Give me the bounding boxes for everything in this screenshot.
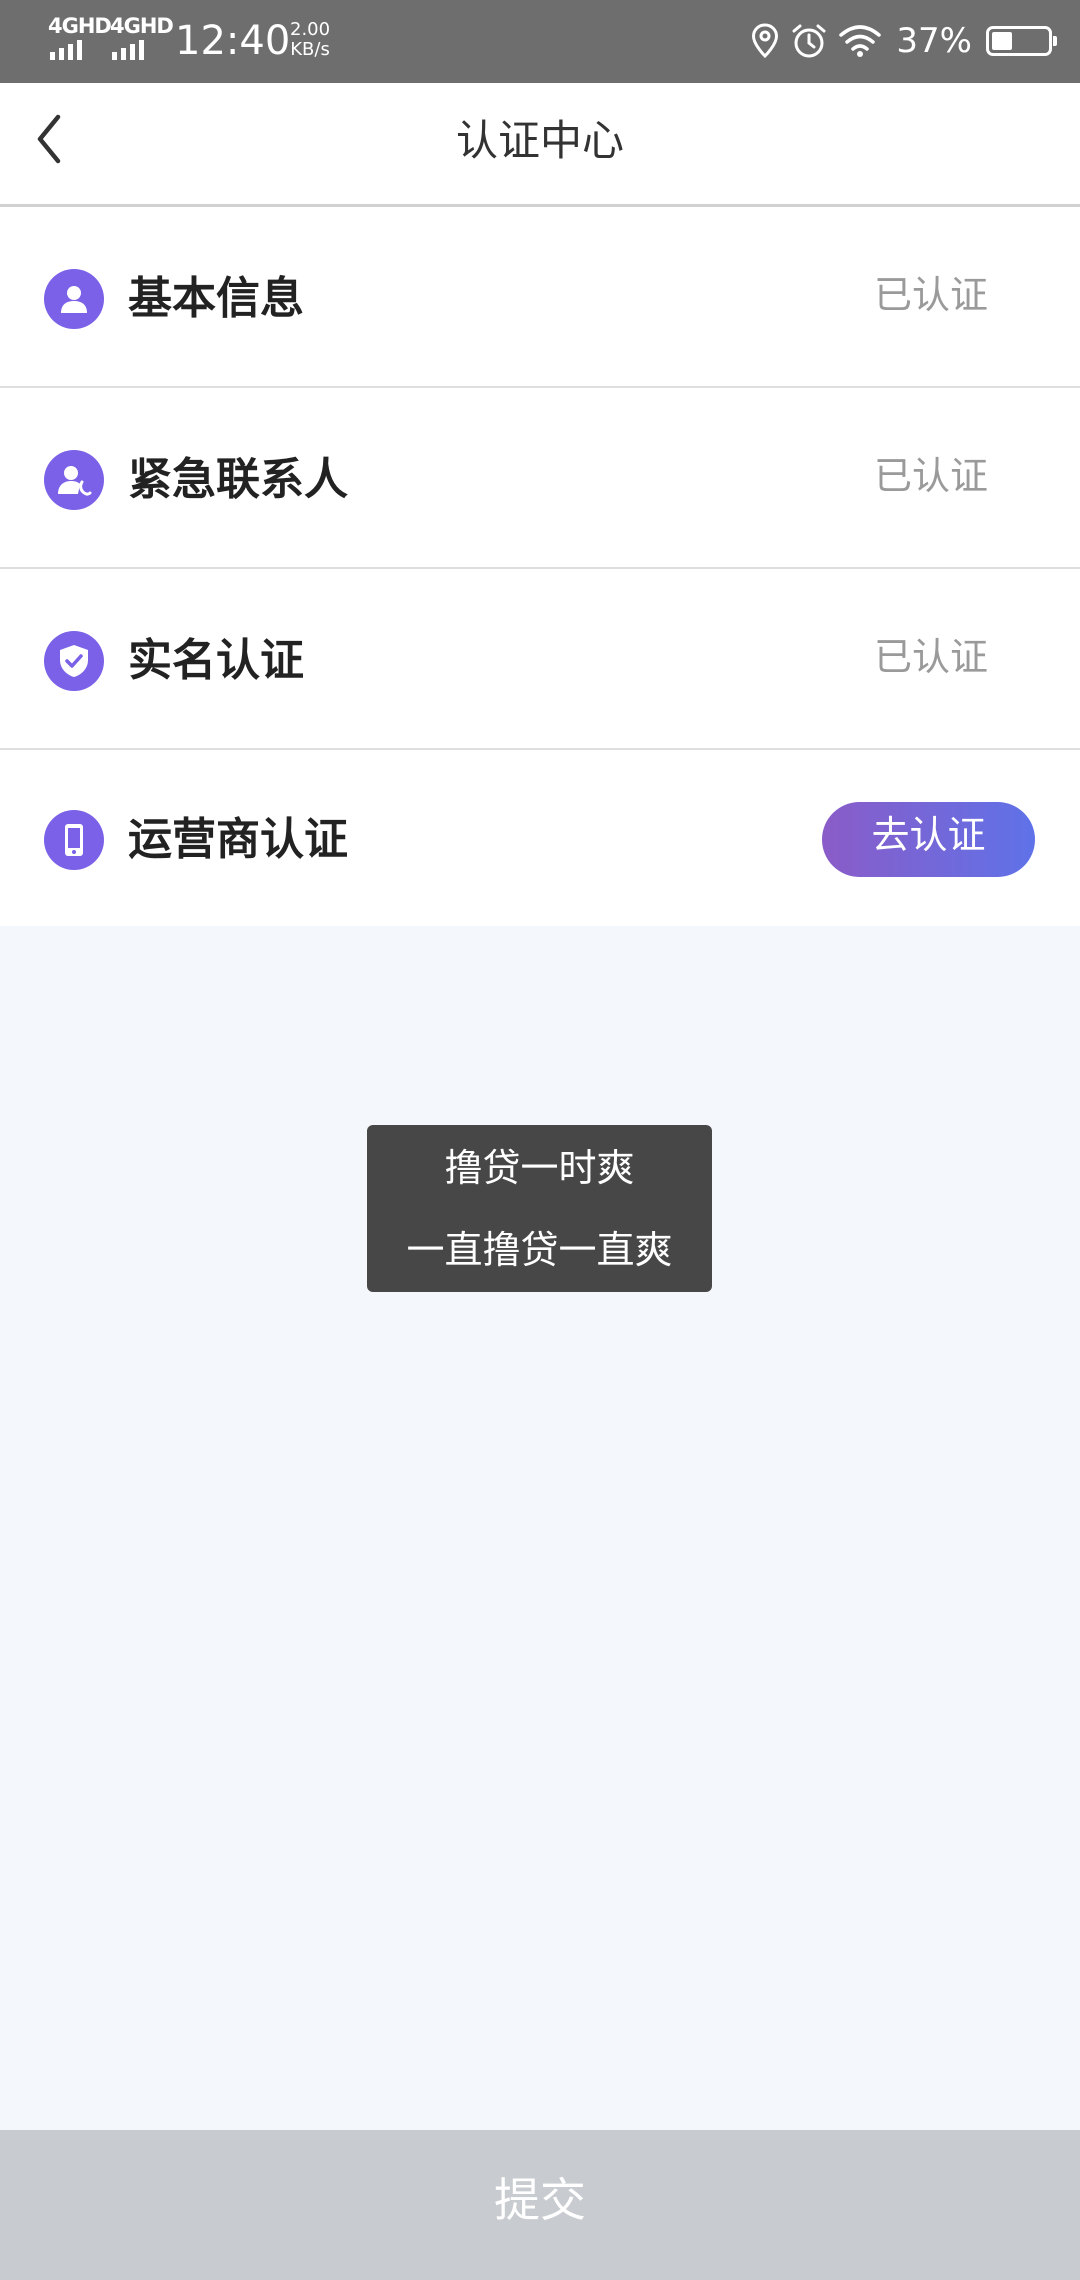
network-speed: 2.00 KB/s xyxy=(290,20,330,60)
user-icon xyxy=(44,269,104,329)
location-icon xyxy=(752,23,779,59)
clock: 12:40 xyxy=(175,18,291,64)
wifi-icon xyxy=(839,25,882,57)
cert-item-real-name[interactable]: 实名认证 已认证 xyxy=(0,569,1080,750)
certification-list: 基本信息 已认证 紧急联系人 已认证 实名认证 已认证 运营商认证 去认证 xyxy=(0,207,1080,926)
cert-status: 已认证 xyxy=(873,454,988,498)
cert-item-basic-info[interactable]: 基本信息 已认证 xyxy=(0,207,1080,388)
speed-unit: KB/s xyxy=(290,39,330,60)
battery-percent: 37% xyxy=(896,21,972,61)
network-type-label: 4GHD xyxy=(110,14,174,38)
submit-button[interactable]: 提交 xyxy=(0,2130,1080,2280)
page-title: 认证中心 xyxy=(455,116,624,165)
cert-item-label: 实名认证 xyxy=(128,635,304,686)
cert-status: 已认证 xyxy=(873,273,988,317)
cert-item-carrier[interactable]: 运营商认证 去认证 xyxy=(0,750,1080,926)
toast-line-1: 撸贷一时爽 xyxy=(444,1146,635,1190)
network-type-label: 4GHD xyxy=(48,14,112,38)
battery-icon xyxy=(986,26,1057,56)
status-bar: 4GHD 4GHD 12:40 2.00 KB/s 37% xyxy=(0,0,1080,83)
signal-bars-icon xyxy=(50,40,82,60)
signal-indicator-2: 4GHD xyxy=(110,16,174,62)
status-icons: 37% xyxy=(750,18,1057,64)
contact-phone-icon xyxy=(44,450,104,510)
cert-status: 已认证 xyxy=(873,635,988,679)
speed-value: 2.00 xyxy=(290,19,331,40)
cert-item-label: 紧急联系人 xyxy=(128,454,348,505)
cert-item-label: 运营商认证 xyxy=(128,814,348,865)
go-certify-button[interactable]: 去认证 xyxy=(822,802,1035,877)
mobile-phone-icon xyxy=(44,810,104,870)
alarm-icon xyxy=(792,24,826,58)
cert-item-emergency-contact[interactable]: 紧急联系人 已认证 xyxy=(0,388,1080,569)
shield-check-icon xyxy=(44,631,104,691)
signal-indicator-1: 4GHD xyxy=(48,16,112,62)
battery-level-fill xyxy=(992,32,1012,50)
toast-message: 撸贷一时爽 一直撸贷一直爽 xyxy=(367,1125,712,1292)
toast-line-2: 一直撸贷一直爽 xyxy=(406,1228,673,1272)
cert-item-label: 基本信息 xyxy=(128,273,304,324)
page-header: 认证中心 xyxy=(0,83,1080,207)
signal-bars-icon xyxy=(112,40,144,60)
